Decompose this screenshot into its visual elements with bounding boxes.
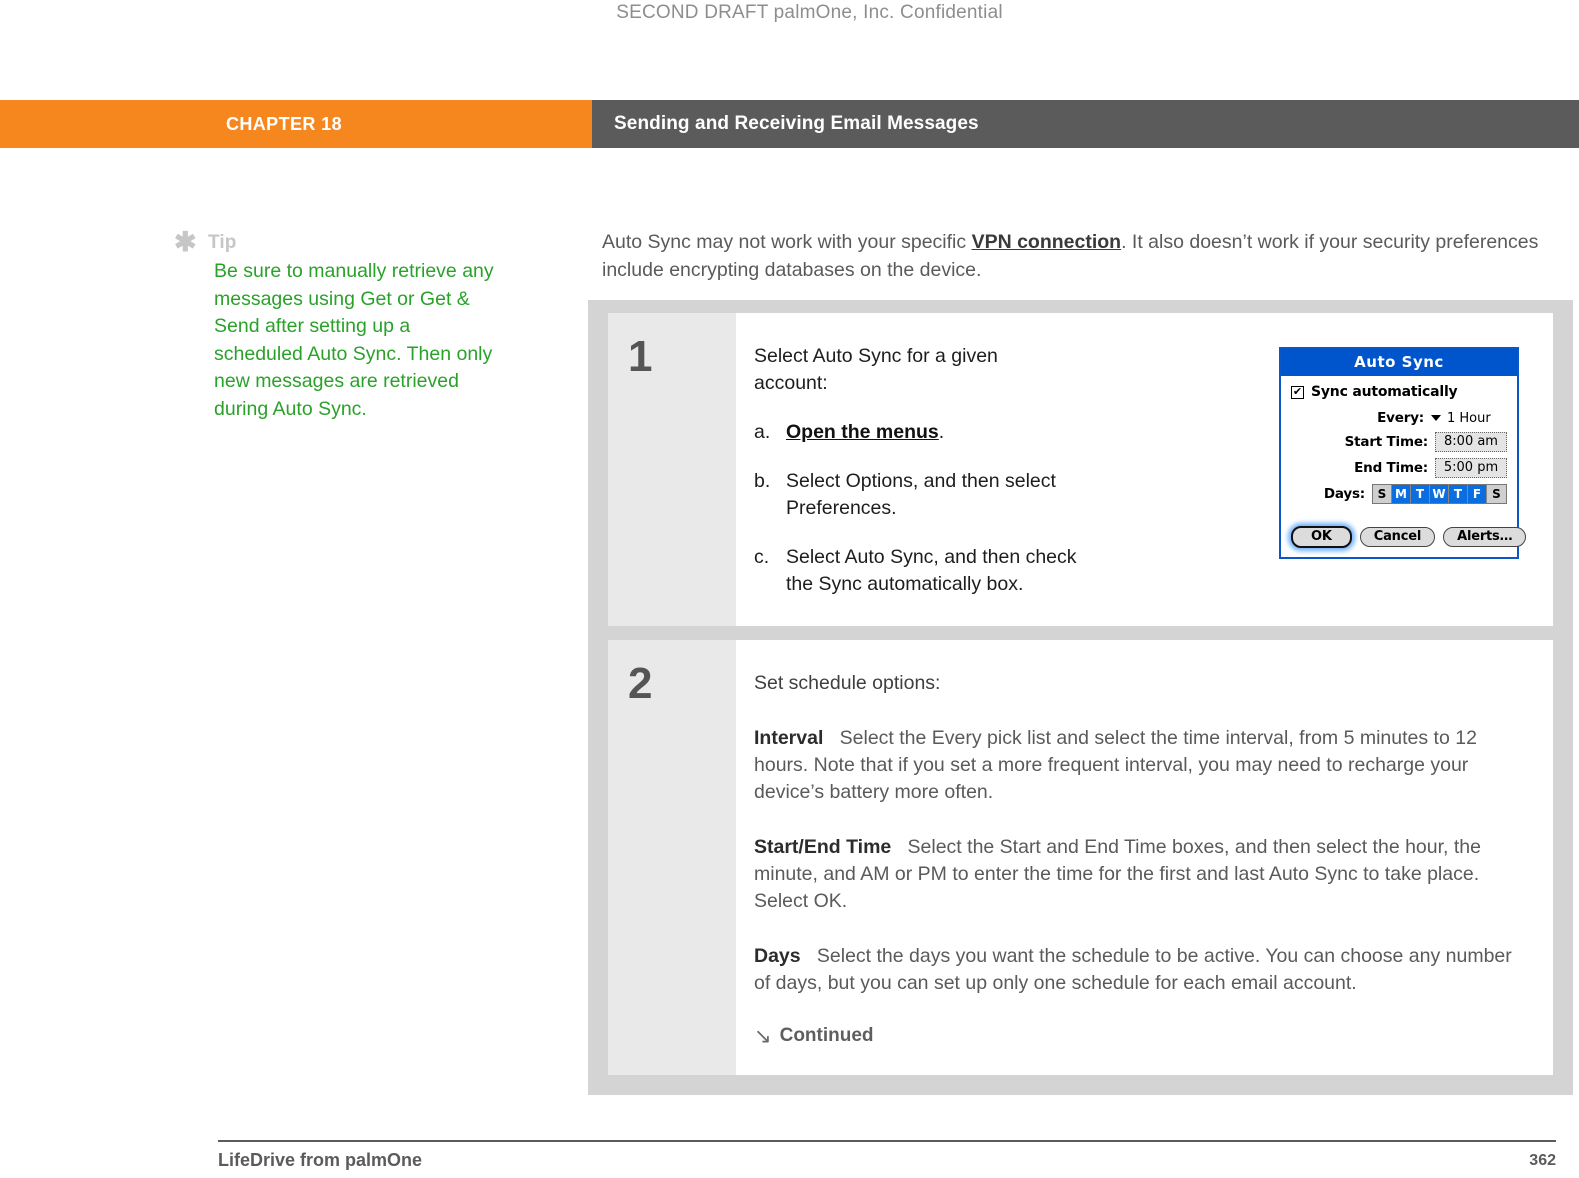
- every-value[interactable]: 1 Hour: [1447, 411, 1507, 426]
- step-number-column: 1: [608, 313, 736, 626]
- substep-item-c: c. Select Auto Sync, and then check the …: [754, 544, 1084, 598]
- step-row: 1 Select Auto Sync for a given account: …: [608, 313, 1553, 626]
- days-field-row: Days: S M T W T F S: [1291, 484, 1507, 504]
- tip-callout: ✱ Tip Be sure to manually retrieve any m…: [174, 227, 504, 423]
- substep-list: a. Open the menus. b. Select Options, an…: [754, 419, 1279, 598]
- vpn-connection-link[interactable]: VPN connection: [972, 231, 1122, 253]
- day-toggle-wed[interactable]: W: [1430, 485, 1449, 503]
- end-time-value[interactable]: 5:00 pm: [1435, 458, 1507, 478]
- chapter-title-band: Sending and Receiving Email Messages: [592, 100, 1579, 148]
- tip-title-label: Tip: [208, 232, 237, 253]
- sync-automatically-row[interactable]: ✔ Sync automatically: [1291, 384, 1507, 400]
- step-text-column: Select Auto Sync for a given account: a.…: [754, 343, 1279, 598]
- start-time-field-row: Start Time: 8:00 am: [1291, 432, 1507, 452]
- steps-container: 1 Select Auto Sync for a given account: …: [588, 300, 1573, 1095]
- step-number: 2: [628, 659, 652, 708]
- days-term: Days: [754, 945, 801, 967]
- interval-paragraph: Interval Select the Every pick list and s…: [754, 725, 1529, 806]
- substep-a-suffix: .: [938, 421, 945, 443]
- substep-item-a: a. Open the menus.: [754, 419, 1084, 446]
- substep-body: Select Options, and then select Preferen…: [786, 470, 1056, 519]
- substep-letter: c.: [754, 546, 770, 568]
- day-toggle-sun[interactable]: S: [1373, 485, 1392, 503]
- substep-body: Select Auto Sync, and then check the Syn…: [786, 546, 1077, 595]
- continued-label: Continued: [779, 1025, 874, 1046]
- ok-button[interactable]: OK: [1291, 526, 1352, 548]
- start-time-value[interactable]: 8:00 am: [1435, 432, 1507, 452]
- dialog-body: ✔ Sync automatically Every: 1 Hour Start…: [1281, 376, 1517, 514]
- dialog-button-bar: OK Cancel Alerts…: [1281, 514, 1527, 557]
- days-label: Days:: [1323, 486, 1365, 502]
- substep-letter: a.: [754, 421, 771, 443]
- day-toggle-tue[interactable]: T: [1411, 485, 1430, 503]
- chapter-number-label: CHAPTER 18: [225, 113, 342, 134]
- page-number: 362: [1529, 1152, 1556, 1169]
- open-the-menus-link[interactable]: Open the menus: [786, 421, 939, 443]
- continued-indicator: ↘ Continued: [754, 1025, 1529, 1047]
- interval-text: Select the Every pick list and select th…: [754, 727, 1477, 803]
- chapter-header-bar: CHAPTER 18 Sending and Receiving Email M…: [0, 100, 1579, 148]
- step-content: Set schedule options: Interval Select the…: [736, 640, 1553, 1075]
- start-end-time-term: Start/End Time: [754, 836, 892, 858]
- every-field-row: Every: 1 Hour: [1291, 410, 1507, 426]
- dialog-illustration-column: Auto Sync ✔ Sync automatically Every: 1 …: [1279, 343, 1529, 598]
- cancel-button[interactable]: Cancel: [1359, 527, 1436, 547]
- substep-letter: b.: [754, 470, 771, 492]
- step-row: 2 Set schedule options: Interval Select t…: [608, 640, 1553, 1075]
- substep-item-b: b. Select Options, and then select Prefe…: [754, 468, 1084, 522]
- footer-product-label: LifeDrive from palmOne: [218, 1150, 423, 1170]
- sync-automatically-label: Sync automatically: [1311, 384, 1458, 400]
- days-paragraph: Days Select the days you want the schedul…: [754, 943, 1529, 997]
- draft-watermark-text: SECOND DRAFT palmOne, Inc. Confidential: [616, 2, 1003, 23]
- days-selector: S M T W T F S: [1372, 484, 1507, 504]
- day-toggle-thu[interactable]: T: [1449, 485, 1468, 503]
- days-text: Select the days you want the schedule to…: [754, 945, 1512, 994]
- chapter-number-band: CHAPTER 18: [0, 100, 592, 148]
- step-lead-text: Select Auto Sync for a given account:: [754, 345, 998, 394]
- dialog-title-bar: Auto Sync: [1281, 349, 1517, 376]
- sync-automatically-checkbox[interactable]: ✔: [1291, 385, 1304, 399]
- start-end-time-paragraph: Start/End Time Select the Start and End T…: [754, 834, 1529, 915]
- chevron-down-icon[interactable]: [1431, 415, 1441, 421]
- auto-sync-dialog: Auto Sync ✔ Sync automatically Every: 1 …: [1279, 347, 1527, 559]
- arrow-down-right-icon: ↘: [754, 1024, 772, 1048]
- start-time-label: Start Time:: [1344, 434, 1429, 450]
- interval-term: Interval: [754, 727, 824, 749]
- day-toggle-sat[interactable]: S: [1487, 485, 1506, 503]
- end-time-field-row: End Time: 5:00 pm: [1291, 458, 1507, 478]
- day-toggle-mon[interactable]: M: [1392, 485, 1411, 503]
- tip-header: ✱ Tip: [174, 227, 504, 257]
- tip-body-text: Be sure to manually retrieve any message…: [214, 260, 494, 420]
- day-toggle-fri[interactable]: F: [1468, 485, 1487, 503]
- end-time-label: End Time:: [1354, 460, 1428, 476]
- step-lead-text: Set schedule options:: [754, 672, 941, 694]
- draft-watermark-header: SECOND DRAFT palmOne, Inc. Confidential: [0, 0, 1579, 34]
- intro-paragraph: Auto Sync may not work with your specifi…: [602, 228, 1552, 284]
- step-content: Select Auto Sync for a given account: a.…: [736, 313, 1553, 626]
- step-text-column: Set schedule options: Interval Select the…: [754, 670, 1529, 1047]
- asterisk-icon: ✱: [174, 227, 197, 257]
- chapter-title-label: Sending and Receiving Email Messages: [614, 113, 979, 134]
- step-number: 1: [628, 332, 652, 381]
- footer-divider: [218, 1140, 1556, 1142]
- alerts-button[interactable]: Alerts…: [1443, 527, 1527, 547]
- step-number-column: 2: [608, 640, 736, 1075]
- intro-text-part1: Auto Sync may not work with your specifi…: [602, 231, 972, 253]
- every-label: Every:: [1377, 410, 1424, 426]
- substep-body: Open the menus.: [786, 419, 944, 446]
